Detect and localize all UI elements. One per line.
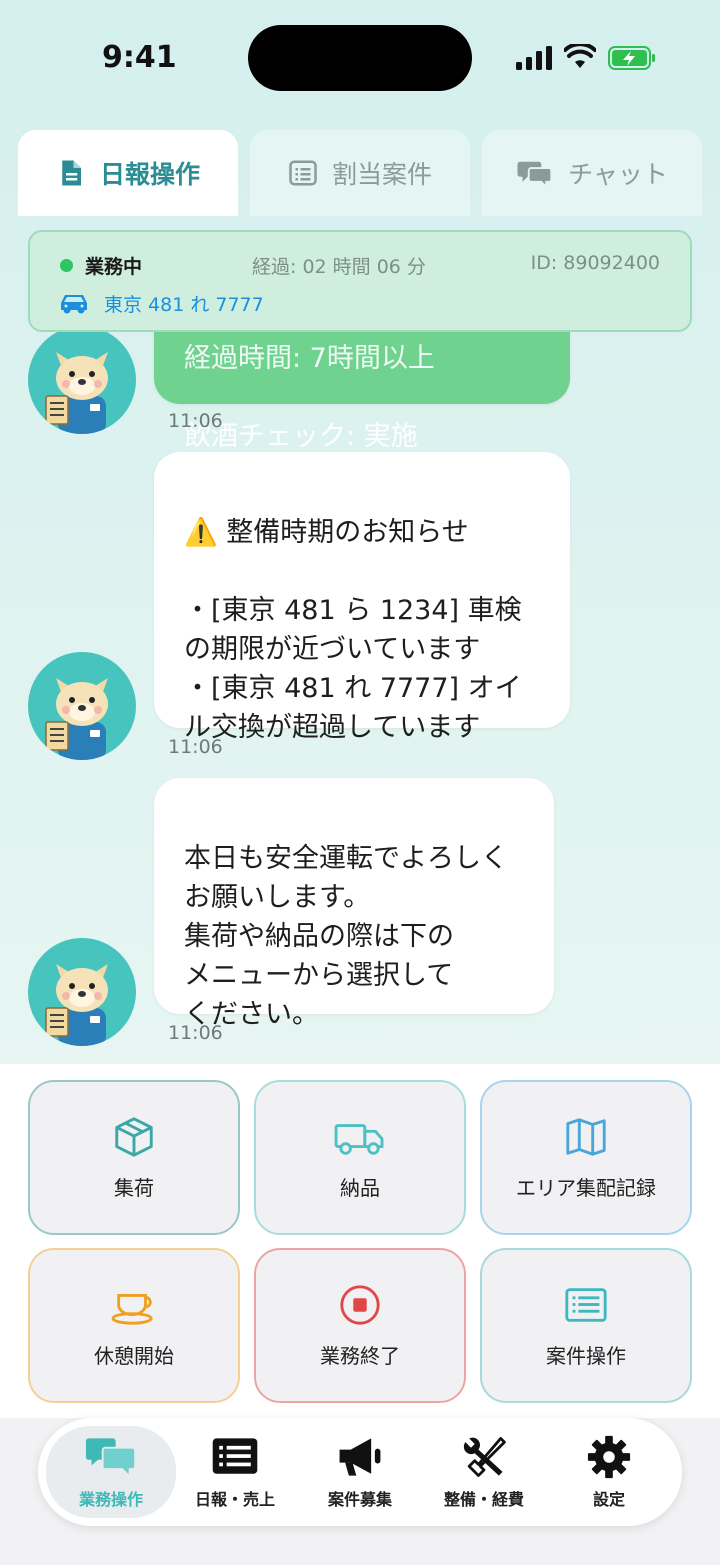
bot-avatar: [28, 938, 136, 1046]
status-bar: 9:41: [0, 0, 720, 120]
action-label: 業務終了: [320, 1344, 400, 1368]
nav-item-maintenance-expense[interactable]: 整備・経費: [419, 1426, 549, 1518]
tab-label: 日報操作: [99, 160, 200, 189]
coffee-icon: [111, 1293, 153, 1325]
box-icon: [115, 1117, 153, 1157]
nav-label: 業務操作: [78, 1490, 143, 1509]
megaphone-icon: [339, 1438, 381, 1476]
truck-icon: [334, 1124, 384, 1155]
dog-mascot-icon: [45, 352, 108, 434]
action-label: エリア集配記録: [516, 1176, 656, 1200]
nav-label: 設定: [592, 1490, 625, 1509]
tab-chat[interactable]: チャット: [482, 130, 702, 216]
message-time: 11:06: [168, 1022, 223, 1044]
job-operation-button[interactable]: 案件操作: [480, 1248, 692, 1403]
list-card-icon: [565, 1288, 607, 1322]
tab-assigned-jobs[interactable]: 割当案件: [250, 130, 470, 216]
bot-avatar: [28, 326, 136, 434]
nav-item-settings[interactable]: 設定: [544, 1426, 674, 1518]
pickup-button[interactable]: 集荷: [28, 1080, 240, 1235]
action-panel: 集荷 納品 エリア集配記録 休憩開始 業務終了 案件操作: [0, 1064, 720, 1418]
action-label: 休憩開始: [94, 1344, 174, 1368]
message-bubble: 本日も安全運転でよろしく お願いします。 集荷や納品の際は下の メニューから選択…: [154, 778, 554, 1030]
message-text: 飲酒チェック: 実施: [184, 421, 418, 452]
end-work-button[interactable]: 業務終了: [254, 1248, 466, 1403]
action-label: 納品: [340, 1176, 380, 1200]
signal-icon: [516, 46, 552, 70]
message-bubble: ⚠️ 整備時期のお知らせ ・[東京 481 ら 1234] 車検の期限が近づいて…: [154, 452, 570, 743]
work-state: 業務中: [85, 256, 143, 278]
nav-label: 案件募集: [327, 1490, 392, 1509]
clock: 9:41: [102, 40, 177, 75]
work-status-card: 業務中 経過: 02 時間 06 分 ID: 89092400 東京 481 れ…: [28, 230, 692, 332]
battery-icon: [608, 46, 655, 70]
document-icon: [62, 160, 81, 186]
delivery-button[interactable]: 納品: [254, 1080, 466, 1235]
nav-item-job-recruit[interactable]: 案件募集: [295, 1426, 425, 1518]
nav-label: 日報・売上: [194, 1490, 275, 1509]
gear-icon: [587, 1435, 631, 1479]
wifi-icon: [564, 44, 596, 68]
message-text: 本日も安全運転でよろしく お願いします。 集荷や納品の際は下の メニューから選択…: [184, 843, 508, 1030]
car-icon: [61, 295, 87, 314]
map-icon: [566, 1118, 606, 1156]
status-dot-icon: [60, 259, 73, 272]
nav-label: 整備・経費: [443, 1490, 524, 1509]
chat-bubbles-icon: [85, 1438, 137, 1479]
stop-icon: [340, 1285, 380, 1325]
bottom-nav: 業務操作 日報・売上 案件募集 整備・経費 設定: [38, 1418, 682, 1526]
vehicle-plate[interactable]: 東京 481 れ 7777: [104, 290, 264, 317]
nav-item-operations[interactable]: 業務操作: [46, 1426, 176, 1518]
chat-icon: [517, 161, 553, 188]
bot-avatar: [28, 652, 136, 760]
tab-daily-report[interactable]: 日報操作: [18, 130, 238, 216]
top-tabs: 日報操作 割当案件 チャット: [18, 130, 702, 216]
bottom-nav-area: 業務操作 日報・売上 案件募集 整備・経費 設定: [0, 1418, 720, 1565]
dog-mascot-icon: [45, 964, 108, 1046]
elapsed-time: 経過: 02 時間 06 分: [252, 256, 426, 278]
message-text: ⚠️ 整備時期のお知らせ ・[東京 481 ら 1234] 車検の期限が近づいて…: [184, 517, 522, 743]
action-label: 集荷: [114, 1176, 154, 1200]
nav-item-daily-sales[interactable]: 日報・売上: [170, 1426, 300, 1518]
session-id: ID: 89092400: [530, 252, 660, 274]
message-text-top: 経過時間: 7時間以上: [184, 343, 435, 374]
dog-mascot-icon: [45, 678, 108, 760]
tools-icon: [463, 1437, 506, 1477]
message-time: 11:06: [168, 410, 223, 432]
message-time: 11:06: [168, 736, 223, 758]
tab-label: 割当案件: [331, 160, 432, 189]
break-start-button[interactable]: 休憩開始: [28, 1248, 240, 1403]
list-icon: [289, 160, 317, 186]
tab-label: チャット: [568, 160, 668, 189]
dynamic-island: [248, 25, 472, 91]
area-record-button[interactable]: エリア集配記録: [480, 1080, 692, 1235]
chat-area[interactable]: 経過時間: 7時間以上 飲酒チェック: 実施 11:06 ⚠️ 整備時期のお知ら…: [0, 220, 720, 1065]
list-icon: [212, 1438, 258, 1474]
action-label: 案件操作: [546, 1344, 626, 1368]
